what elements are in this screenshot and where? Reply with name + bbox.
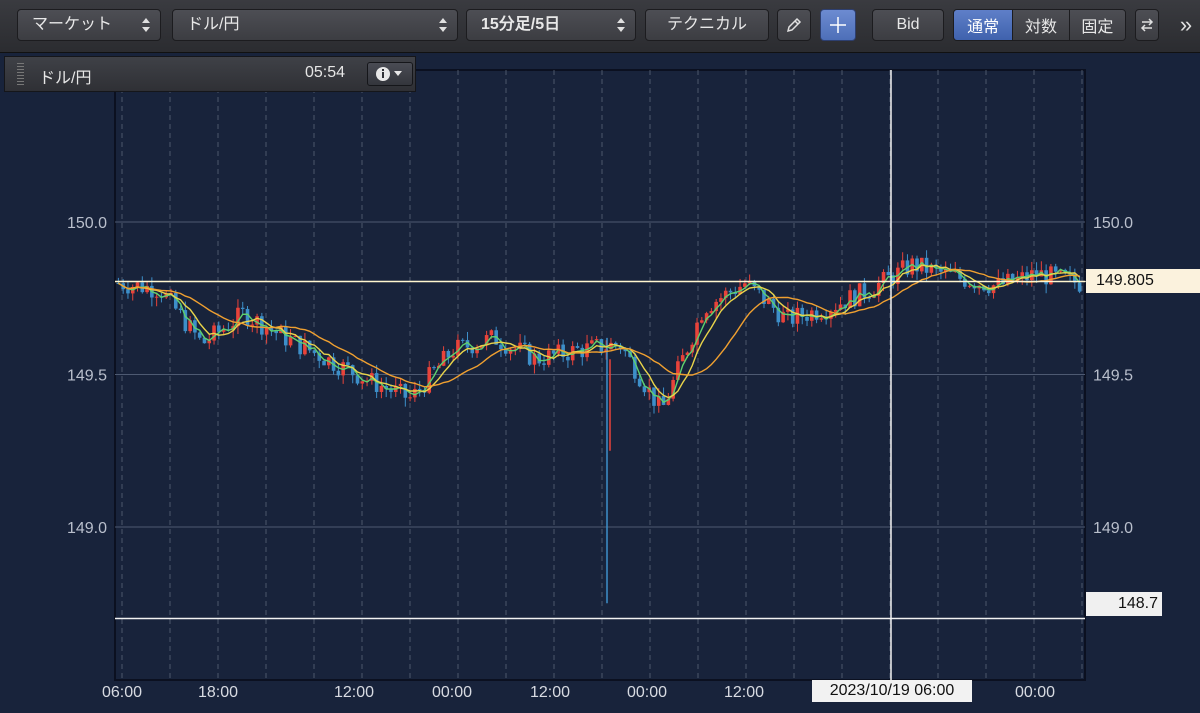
x-tick-label: 00:00: [432, 684, 472, 701]
select-arrows-icon: [439, 17, 447, 33]
candle-body: [336, 370, 341, 376]
y-tick-label-right: 149.0: [1093, 520, 1133, 537]
candle-body: [795, 307, 800, 324]
market-select[interactable]: マーケット: [17, 9, 161, 41]
select-arrows-icon: [617, 17, 625, 33]
scale-log-button[interactable]: 対数: [1013, 10, 1070, 40]
period-select-label: 15分足/5日: [481, 16, 561, 33]
swap-button[interactable]: [1135, 9, 1159, 41]
scale-mode-group: 通常 対数 固定: [953, 9, 1126, 41]
bid-button[interactable]: Bid: [872, 9, 944, 41]
candle-body: [805, 317, 809, 321]
candle-body: [408, 397, 412, 399]
technical-button-label: テクニカル: [666, 16, 747, 33]
candle-body: [551, 350, 556, 354]
toolbar: マーケット ドル/円 15分足/5日 テクニカル Bid 通常 対数 固定 »: [0, 0, 1200, 53]
pencil-icon: [786, 17, 802, 33]
y-tick-label-right: 150.0: [1093, 215, 1133, 232]
candle-body: [245, 308, 250, 326]
candle-body: [819, 318, 824, 320]
candle-body: [398, 383, 403, 387]
chart-area[interactable]: 150.0 150.0 149.5 149.5 149.0 149.0 06:00 18:00…: [0, 53, 1200, 713]
candle-body: [360, 381, 365, 384]
candle-body: [599, 339, 604, 353]
y-tick-label-left: 149.5: [67, 368, 107, 385]
y-tick-label-left: 150.0: [67, 215, 107, 232]
select-arrows-icon: [142, 17, 150, 33]
x-tick-label: 12:00: [334, 684, 374, 701]
crosshair-button[interactable]: [820, 9, 856, 41]
candle-body: [542, 363, 546, 365]
candle-body: [379, 385, 384, 392]
crosshair-icon: [830, 17, 846, 33]
drag-handle-icon[interactable]: [17, 63, 24, 85]
candle-body: [910, 258, 915, 275]
candle-body: [566, 356, 570, 361]
candle-body: [413, 388, 417, 398]
candle-body: [456, 339, 460, 356]
x-tick-label: 12:00: [724, 684, 764, 701]
candle-body: [489, 330, 494, 336]
technical-button[interactable]: テクニカル: [645, 9, 769, 41]
candle-body: [637, 378, 642, 387]
current-time-label: 05:54: [305, 64, 346, 81]
crosshair-price-tag: 148.7: [1086, 592, 1162, 616]
scale-fixed-button[interactable]: 固定: [1069, 10, 1125, 40]
bid-button-label: Bid: [896, 16, 920, 33]
swap-arrows-icon: [1140, 18, 1154, 32]
candle-body: [886, 271, 891, 276]
market-select-label: マーケット: [32, 16, 113, 33]
candle-body: [288, 337, 293, 346]
candle-body: [700, 320, 704, 323]
candle-body: [322, 360, 326, 366]
candle-body: [986, 290, 991, 294]
pair-select[interactable]: ドル/円: [172, 9, 458, 41]
info-dropdown-button[interactable]: [367, 62, 413, 86]
candle-body: [728, 290, 733, 293]
candle-body: [1077, 282, 1082, 292]
pair-select-label: ドル/円: [187, 16, 240, 33]
candle-body: [575, 346, 580, 348]
period-select[interactable]: 15分足/5日: [466, 9, 636, 41]
candle-body: [967, 285, 972, 287]
chart-info-bar: ドル/円 05:54: [4, 56, 416, 92]
candle-body: [1053, 266, 1058, 272]
pencil-button[interactable]: [777, 9, 811, 41]
x-tick-label: 18:00: [198, 684, 238, 701]
x-tick-label: 00:00: [627, 684, 667, 701]
crosshair-price-value: 148.7: [1117, 595, 1158, 612]
x-tick-label: 06:00: [102, 684, 142, 701]
candle-body: [126, 289, 130, 294]
last-price-value: 149.805: [1096, 272, 1154, 289]
x-tick-label: 00:00: [1015, 684, 1055, 701]
info-icon: [376, 67, 402, 81]
candle-body: [432, 367, 436, 369]
candle-body: [652, 387, 656, 406]
candle-body: [814, 310, 819, 320]
candle-body: [154, 296, 159, 298]
last-price-tag: 149.805: [1086, 269, 1200, 293]
x-tick-label: 12:00: [530, 684, 570, 701]
candle-body: [264, 328, 269, 335]
candle-body: [900, 260, 905, 268]
candle-body: [499, 344, 503, 350]
price-chart[interactable]: 150.0 150.0 149.5 149.5 149.0 149.0 06:00 18:00…: [0, 53, 1200, 713]
symbol-label: ドル/円: [39, 70, 92, 87]
candle-body: [417, 388, 422, 390]
candle-body: [527, 343, 532, 365]
candle-body: [346, 362, 350, 366]
more-menu-button[interactable]: »: [1172, 9, 1200, 41]
crosshair-date-label: 2023/10/19 06:00: [812, 680, 972, 702]
candle-body: [460, 339, 465, 341]
y-tick-label-right: 149.5: [1093, 368, 1133, 385]
scale-normal-button[interactable]: 通常: [954, 10, 1014, 40]
candle-body: [848, 290, 852, 309]
candle-body: [680, 355, 685, 362]
candle-body: [590, 340, 594, 344]
candle-body: [523, 342, 527, 344]
candle-body: [240, 307, 245, 309]
y-tick-label-left: 149.0: [67, 520, 107, 537]
